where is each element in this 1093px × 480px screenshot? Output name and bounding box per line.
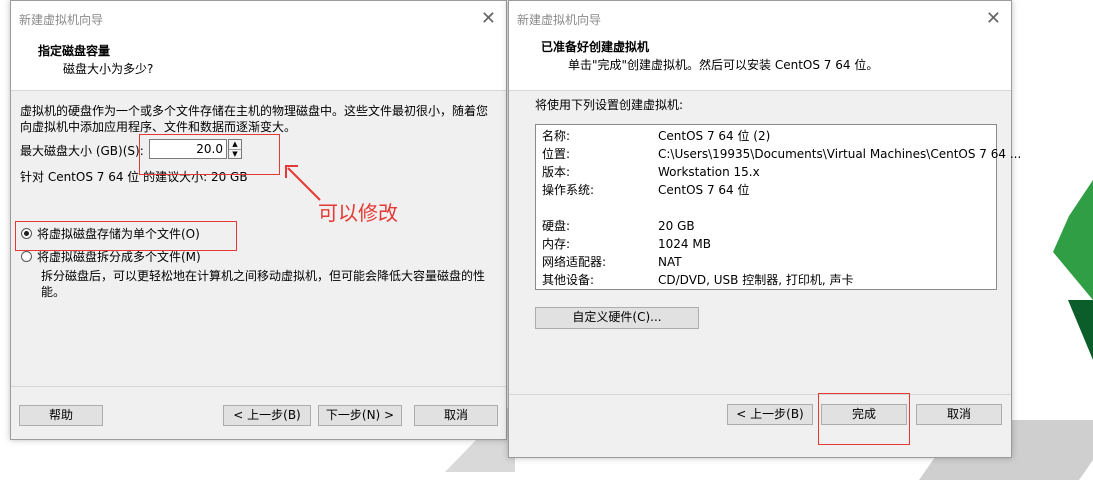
summary-value: CentOS 7 64 位 (2) <box>658 129 771 143</box>
button-bar: 帮助 < 上一步(B) 下一步(N) > 取消 <box>11 386 506 439</box>
background-logo-shape <box>1068 300 1093 360</box>
annotation-box <box>139 134 280 175</box>
summary-key: 位置: <box>542 147 571 161</box>
summary-value: NAT <box>658 255 682 269</box>
summary-value: Workstation 15.x <box>658 165 760 179</box>
radio-unchecked-icon[interactable] <box>21 251 32 262</box>
summary-key: 硬盘: <box>542 219 571 233</box>
close-icon[interactable]: ✕ <box>986 8 1001 29</box>
header-subtitle: 磁盘大小为多少? <box>63 62 154 76</box>
annotation-box <box>15 221 237 251</box>
new-vm-wizard-disk-dialog: 新建虚拟机向导 ✕ 指定磁盘容量 磁盘大小为多少? 虚拟机的硬盘作为一个或多个文… <box>10 0 507 440</box>
annotation-text: 可以修改 <box>318 201 398 225</box>
settings-summary-pane: 名称: CentOS 7 64 位 (2) 位置: C:\Users\19935… <box>535 124 1022 290</box>
summary-key: 网络适配器: <box>542 255 607 269</box>
close-icon[interactable]: ✕ <box>481 8 496 29</box>
next-button[interactable]: 下一步(N) > <box>318 405 402 426</box>
summary-key: 其他设备: <box>542 273 595 287</box>
summary-value: 1024 MB <box>658 237 711 251</box>
split-description-line: 能。 <box>41 285 66 299</box>
summary-value: CD/DVD, USB 控制器, 打印机, 声卡 <box>658 273 854 287</box>
header-title: 指定磁盘容量 <box>38 44 111 58</box>
header-subtitle: 单击"完成"创建虚拟机。然后可以安装 CentOS 7 64 位。 <box>568 58 879 72</box>
new-vm-wizard-summary-dialog: 新建虚拟机向导 ✕ 已准备好创建虚拟机 单击"完成"创建虚拟机。然后可以安装 C… <box>508 0 1022 458</box>
back-button[interactable]: < 上一步(B) <box>223 405 311 426</box>
help-button[interactable]: 帮助 <box>19 405 103 426</box>
annotation-box <box>818 393 910 445</box>
description-line: 虚拟机的硬盘作为一个或多个文件存储在主机的物理磁盘中。这些文件最初很小，随着您 <box>20 104 489 118</box>
window-title: 新建虚拟机向导 <box>517 13 602 27</box>
summary-key: 版本: <box>542 165 571 179</box>
button-bar: < 上一步(B) 完成 取消 <box>509 394 1011 457</box>
summary-value: 20 GB <box>658 219 695 233</box>
summary-value: C:\Users\19935\Documents\Virtual Machine… <box>658 147 1022 161</box>
summary-key: 名称: <box>542 129 571 143</box>
summary-key: 操作系统: <box>542 183 595 197</box>
background-logo-shape <box>1053 180 1093 300</box>
wizard-header: 已准备好创建虚拟机 单击"完成"创建虚拟机。然后可以安装 CentOS 7 64… <box>509 34 1011 91</box>
summary-value: CentOS 7 64 位 <box>658 183 750 197</box>
customize-hardware-button[interactable]: 自定义硬件(C)... <box>535 307 699 329</box>
wizard-header: 指定磁盘容量 磁盘大小为多少? <box>11 34 506 91</box>
back-button[interactable]: < 上一步(B) <box>727 404 813 425</box>
cancel-button[interactable]: 取消 <box>414 405 498 426</box>
title-bar: 新建虚拟机向导 ✕ <box>11 1 506 34</box>
header-title: 已准备好创建虚拟机 <box>541 40 650 54</box>
max-disk-size-label: 最大磁盘大小 (GB)(S): <box>20 144 144 158</box>
settings-label: 将使用下列设置创建虚拟机: <box>535 98 684 112</box>
summary-key: 内存: <box>542 237 571 251</box>
description-line: 向虚拟机中添加应用程序、文件和数据而逐渐变大。 <box>20 120 297 134</box>
window-title: 新建虚拟机向导 <box>19 13 104 27</box>
title-bar: 新建虚拟机向导 ✕ <box>509 1 1011 34</box>
split-description-line: 拆分磁盘后，可以更轻松地在计算机之间移动虚拟机，但可能会降低大容量磁盘的性 <box>41 269 486 283</box>
cancel-button[interactable]: 取消 <box>916 404 1002 425</box>
